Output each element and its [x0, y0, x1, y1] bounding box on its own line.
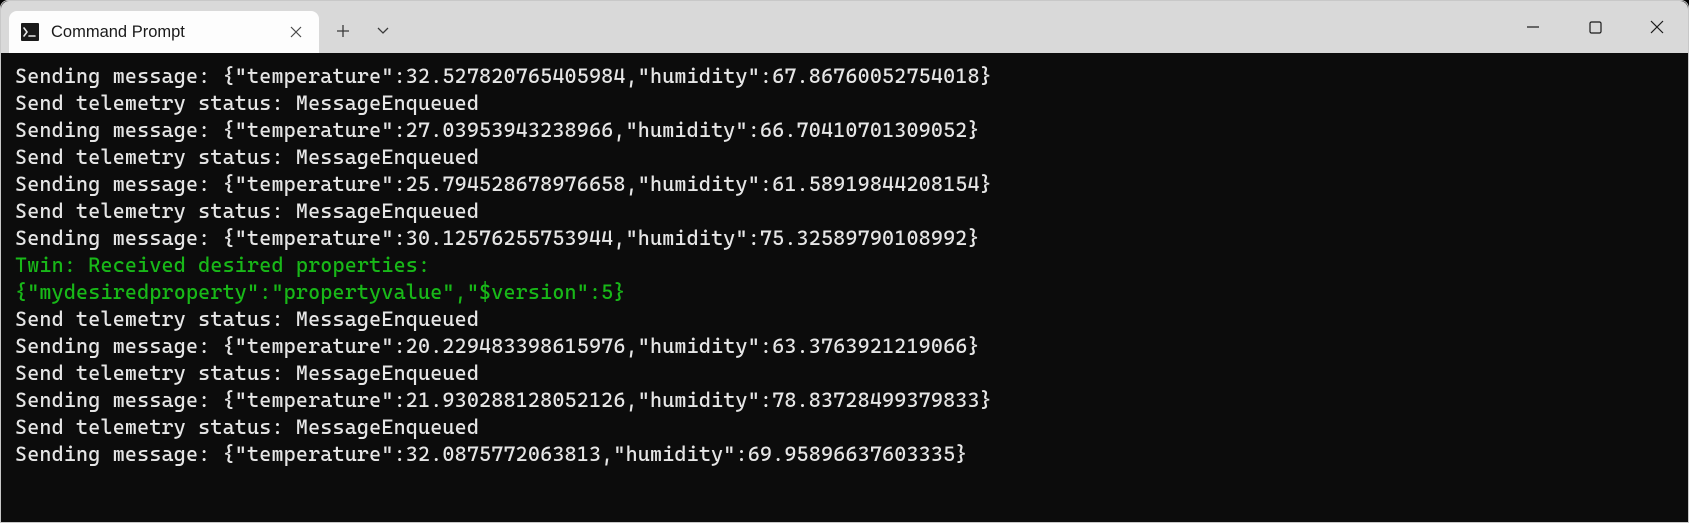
tab-command-prompt[interactable]: Command Prompt	[9, 11, 319, 53]
terminal-line: Send telemetry status: MessageEnqueued	[15, 306, 1688, 333]
window-controls	[1502, 1, 1688, 53]
terminal-line: {"mydesiredproperty":"propertyvalue","$v…	[15, 279, 1688, 306]
terminal-line: Send telemetry status: MessageEnqueued	[15, 144, 1688, 171]
terminal-output[interactable]: Sending message: {"temperature":32.52782…	[1, 53, 1688, 522]
tab-close-button[interactable]	[283, 19, 309, 45]
terminal-line: Sending message: {"temperature":21.93028…	[15, 387, 1688, 414]
terminal-line: Sending message: {"temperature":32.08757…	[15, 441, 1688, 468]
titlebar: Command Prompt	[1, 1, 1688, 53]
terminal-icon	[21, 23, 39, 41]
terminal-line: Twin: Received desired properties:	[15, 252, 1688, 279]
terminal-line: Send telemetry status: MessageEnqueued	[15, 360, 1688, 387]
tab-dropdown-button[interactable]	[363, 11, 403, 51]
maximize-button[interactable]	[1564, 1, 1626, 53]
new-tab-button[interactable]	[323, 11, 363, 51]
terminal-line: Send telemetry status: MessageEnqueued	[15, 198, 1688, 225]
close-button[interactable]	[1626, 1, 1688, 53]
terminal-line: Sending message: {"temperature":27.03953…	[15, 117, 1688, 144]
tab-title: Command Prompt	[51, 23, 283, 42]
terminal-line: Send telemetry status: MessageEnqueued	[15, 414, 1688, 441]
terminal-line: Sending message: {"temperature":25.79452…	[15, 171, 1688, 198]
terminal-line: Sending message: {"temperature":20.22948…	[15, 333, 1688, 360]
terminal-line: Sending message: {"temperature":32.52782…	[15, 63, 1688, 90]
terminal-line: Sending message: {"temperature":30.12576…	[15, 225, 1688, 252]
window: Command Prompt	[0, 0, 1689, 523]
terminal-line: Send telemetry status: MessageEnqueued	[15, 90, 1688, 117]
minimize-button[interactable]	[1502, 1, 1564, 53]
